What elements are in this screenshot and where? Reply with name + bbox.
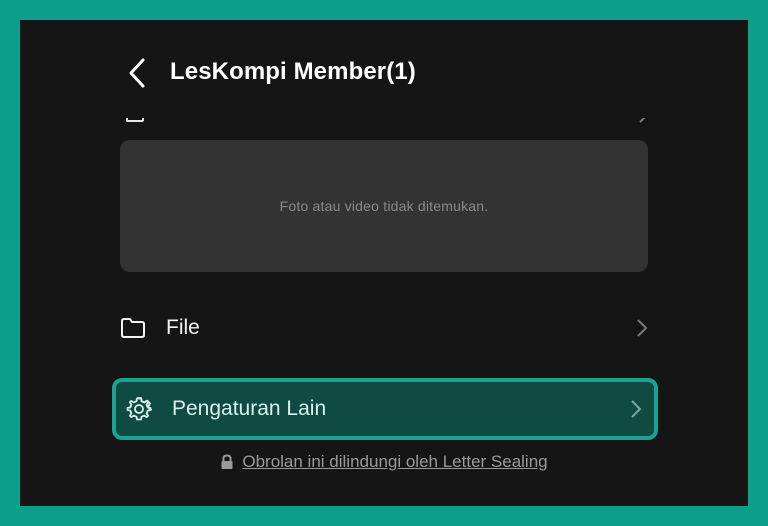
file-row[interactable]: File bbox=[120, 304, 648, 352]
chat-info-screen: Foto/ Video LesKompi Member(1) Foto atau… bbox=[20, 20, 748, 506]
letter-sealing-link[interactable]: Obrolan ini dilindungi oleh Letter Seali… bbox=[242, 452, 547, 472]
lock-icon bbox=[220, 454, 234, 470]
gear-icon bbox=[126, 394, 156, 424]
media-gallery-box: Foto atau video tidak ditemukan. bbox=[120, 140, 648, 272]
page-title: LesKompi Member(1) bbox=[170, 58, 416, 85]
media-empty-message: Foto atau video tidak ditemukan. bbox=[279, 198, 489, 214]
other-settings-row[interactable]: Pengaturan Lain bbox=[112, 378, 658, 440]
chevron-left-icon bbox=[129, 58, 145, 88]
back-button[interactable] bbox=[124, 56, 150, 90]
other-settings-label: Pengaturan Lain bbox=[172, 397, 327, 420]
letter-sealing-notice: Obrolan ini dilindungi oleh Letter Seali… bbox=[20, 452, 748, 472]
chevron-right-icon bbox=[628, 318, 648, 338]
chevron-right-icon bbox=[622, 399, 642, 419]
header: LesKompi Member(1) bbox=[20, 20, 748, 118]
folder-icon bbox=[120, 313, 150, 343]
file-label: File bbox=[166, 316, 200, 339]
